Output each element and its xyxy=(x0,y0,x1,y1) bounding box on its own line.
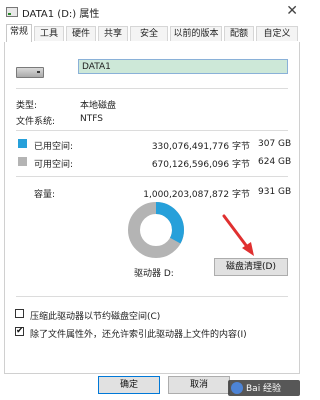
divider xyxy=(16,176,288,177)
filesystem-value: NTFS xyxy=(80,114,103,124)
baidu-logo-icon xyxy=(231,382,243,394)
type-value: 本地磁盘 xyxy=(80,101,117,111)
checkmark-icon: ✔ xyxy=(16,326,24,336)
free-space-bytes: 670,126,596,096 字节 xyxy=(151,160,250,170)
index-checkbox[interactable]: ✔ xyxy=(15,326,24,336)
tab-tools[interactable]: 工具 xyxy=(34,26,64,41)
disk-usage-donut xyxy=(126,200,186,260)
compress-checkbox[interactable] xyxy=(15,309,24,318)
annotation-arrow-icon xyxy=(222,214,254,256)
cancel-button[interactable]: 取消 xyxy=(168,376,230,394)
tab-previous-versions[interactable]: 以前的版本 xyxy=(170,26,222,41)
tab-quota[interactable]: 配额 xyxy=(224,26,254,41)
drive-name-input[interactable] xyxy=(78,59,288,74)
capacity-label: 容量: xyxy=(34,190,56,200)
tab-general[interactable]: 常规 xyxy=(6,24,32,43)
divider xyxy=(16,88,288,89)
type-label: 类型: xyxy=(16,101,38,111)
used-space-swatch xyxy=(18,139,27,148)
disk-cleanup-button[interactable]: 磁盘清理(D) xyxy=(214,258,288,276)
watermark: Bai 经验 xyxy=(228,380,300,396)
capacity-gb: 931 GB xyxy=(258,187,292,197)
close-icon[interactable]: ✕ xyxy=(286,2,298,20)
title-bar: DATA1 (D:) 属性 ✕ xyxy=(0,0,304,24)
tab-hardware[interactable]: 硬件 xyxy=(66,26,96,41)
used-space-label: 已用空间: xyxy=(34,142,74,152)
hard-drive-icon xyxy=(16,67,44,78)
capacity-bytes: 1,000,203,087,872 字节 xyxy=(143,190,250,200)
tab-security[interactable]: 安全 xyxy=(130,26,168,41)
window-title: DATA1 (D:) 属性 xyxy=(22,9,100,20)
tab-customize[interactable]: 自定义 xyxy=(256,26,298,41)
divider xyxy=(16,130,288,131)
free-space-gb: 624 GB xyxy=(258,157,292,167)
tab-strip: 常规 工具 硬件 共享 安全 以前的版本 配额 自定义 xyxy=(4,24,300,43)
used-space-bytes: 330,076,491,776 字节 xyxy=(151,142,250,152)
free-space-swatch xyxy=(18,157,27,166)
used-space-gb: 307 GB xyxy=(258,139,292,149)
free-space-label: 可用空间: xyxy=(34,160,74,170)
ok-button[interactable]: 确定 xyxy=(98,376,160,394)
divider xyxy=(16,296,288,297)
compress-label: 压缩此驱动器以节约磁盘空间(C) xyxy=(30,312,161,322)
filesystem-label: 文件系统: xyxy=(16,117,56,127)
drive-letter-label: 驱动器 D: xyxy=(134,269,174,279)
tab-sharing[interactable]: 共享 xyxy=(98,26,128,41)
index-label: 除了文件属性外，还允许索引此驱动器上文件的内容(I) xyxy=(30,330,247,340)
drive-icon xyxy=(6,7,18,17)
watermark-text: Bai 经验 xyxy=(246,384,282,394)
